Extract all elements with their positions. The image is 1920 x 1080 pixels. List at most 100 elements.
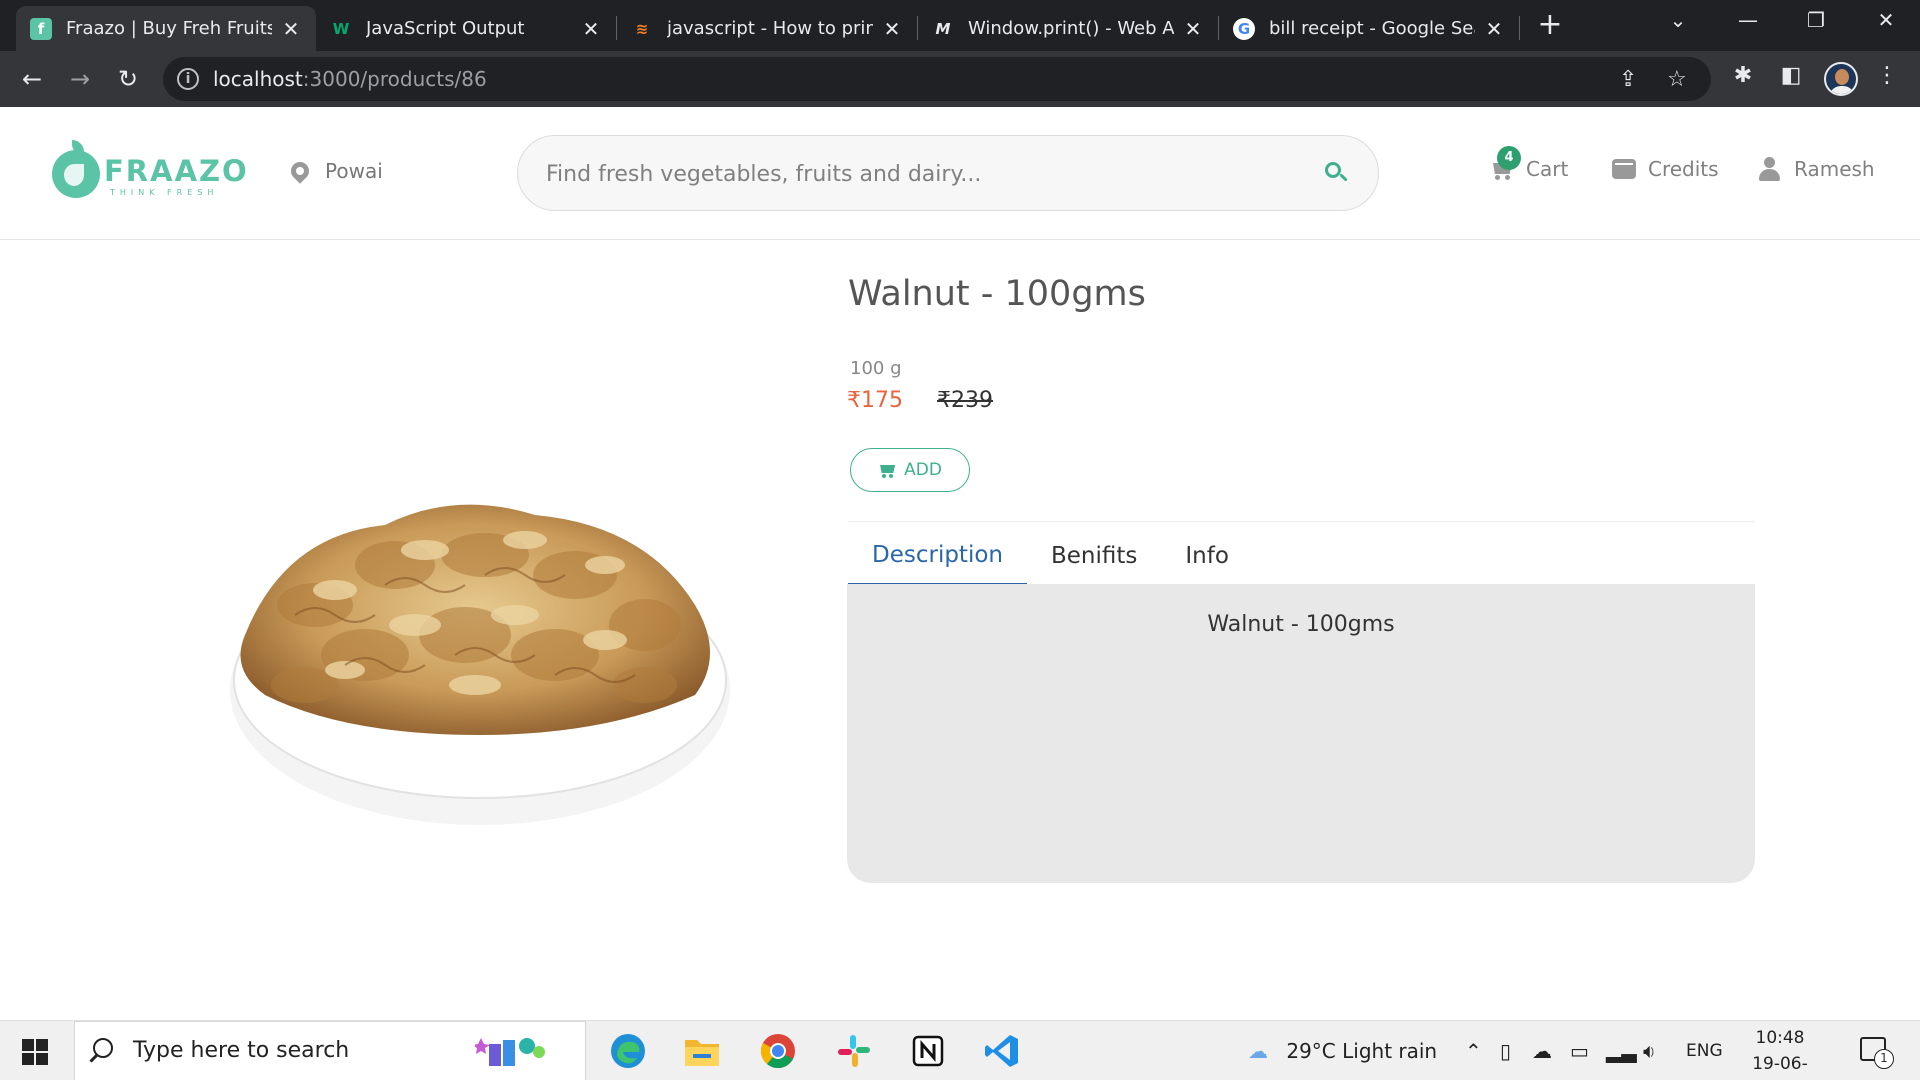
address-bar[interactable]: i localhost:3000/products/86 ⇪ ☆	[163, 57, 1711, 101]
edge-app-icon[interactable]	[606, 1029, 650, 1073]
stackoverflow-favicon-icon: ≋	[635, 19, 649, 38]
taskbar-search-placeholder: Type here to search	[133, 1038, 350, 1063]
user-name: Ramesh	[1794, 157, 1875, 181]
tab-benefits[interactable]: Benifits	[1027, 526, 1161, 586]
restore-window-button[interactable]: ❐	[1798, 8, 1834, 32]
mdn-favicon-icon: M	[935, 19, 951, 38]
windows-start-icon[interactable]	[22, 1039, 48, 1065]
browser-tab-google[interactable]: G bill receipt - Google Searc ✕	[1219, 6, 1519, 51]
cart-label: Cart	[1526, 157, 1569, 181]
clock-date: 19-06-2022	[1752, 1054, 1808, 1074]
browser-tab-strip: f Fraazo | Buy Freh Fruits & ✕ W JavaScr…	[0, 0, 1920, 51]
product-mrp: ₹239	[937, 388, 993, 413]
profile-avatar[interactable]	[1824, 62, 1858, 96]
location-pin-icon	[287, 158, 313, 184]
product-tabs: Description Benifits Info	[848, 526, 1755, 586]
close-tab-icon[interactable]: ✕	[881, 17, 903, 41]
product-search-bar	[517, 135, 1379, 211]
windows-taskbar: Type here to search ☁ 29°C Light rain ⌃ …	[0, 1020, 1920, 1080]
input-language[interactable]: ENG	[1686, 1041, 1723, 1061]
browser-tab-js-output[interactable]: W JavaScript Output ✕	[316, 6, 616, 51]
browser-tab-fraazo[interactable]: f Fraazo | Buy Freh Fruits & ✕	[16, 6, 316, 51]
chrome-app-icon[interactable]	[756, 1029, 800, 1073]
close-tab-icon[interactable]: ✕	[1483, 17, 1505, 41]
user-icon	[1758, 157, 1780, 181]
tab-description[interactable]: Description	[848, 526, 1027, 586]
browser-tab-mdn[interactable]: M Window.print() - Web API ✕	[918, 6, 1218, 51]
reload-button[interactable]: ↻	[110, 61, 146, 97]
network-icon[interactable]: ▂▃	[1606, 1039, 1637, 1063]
description-panel: Walnut - 100gms	[847, 584, 1755, 883]
site-header: FRAAZO THINK FRESH Powai Cart Credits Ra…	[0, 107, 1920, 240]
search-icon	[93, 1038, 113, 1058]
minimize-window-button[interactable]: —	[1730, 8, 1766, 32]
section-divider	[848, 521, 1755, 522]
volume-icon[interactable]: 🔉︎	[1643, 1039, 1656, 1063]
browser-toolbar: ← → ↻ i localhost:3000/products/86 ⇪ ☆ ✱…	[0, 51, 1920, 107]
vscode-app-icon[interactable]	[980, 1029, 1024, 1073]
notion-app-icon[interactable]	[906, 1029, 950, 1073]
system-clock[interactable]: 10:48 19-06-2022	[1735, 1025, 1825, 1080]
tab-search-icon[interactable]: ⌄	[1660, 8, 1696, 32]
share-icon[interactable]: ⇪	[1619, 67, 1637, 92]
forward-button[interactable]: →	[62, 61, 98, 97]
notification-count-badge: 1	[1874, 1049, 1894, 1069]
close-window-button[interactable]: ✕	[1868, 8, 1904, 32]
description-text: Walnut - 100gms	[1207, 612, 1395, 637]
browser-tab-stackoverflow[interactable]: ≋ javascript - How to print F ✕	[617, 6, 917, 51]
tab-info[interactable]: Info	[1161, 526, 1253, 586]
rain-cloud-icon: ☁	[1248, 1039, 1268, 1063]
product-weight: 100 g	[850, 358, 902, 379]
close-tab-icon[interactable]: ✕	[580, 17, 602, 41]
add-to-cart-button[interactable]: ADD	[850, 448, 970, 492]
add-label: ADD	[904, 460, 942, 480]
user-account-link[interactable]: Ramesh	[1758, 157, 1875, 181]
fraazo-logo[interactable]: FRAAZO THINK FRESH	[52, 140, 247, 204]
search-highlight-icon	[475, 1038, 545, 1066]
location-selector[interactable]: Powai	[287, 158, 383, 184]
fraazo-favicon-icon: f	[30, 17, 52, 40]
slack-app-icon[interactable]	[832, 1029, 876, 1073]
site-info-icon[interactable]: i	[177, 68, 199, 90]
cart-icon	[878, 462, 896, 478]
taskbar-search-box[interactable]: Type here to search	[74, 1021, 586, 1080]
url-host: localhost	[213, 67, 303, 91]
google-favicon-icon: G	[1233, 17, 1255, 40]
onedrive-icon[interactable]: ☁	[1532, 1039, 1552, 1063]
tab-title: JavaScript Output	[366, 18, 525, 39]
w3-favicon-icon: W	[332, 19, 350, 38]
meet-now-icon[interactable]: ▯	[1500, 1039, 1511, 1063]
close-tab-icon[interactable]: ✕	[280, 17, 302, 41]
location-label: Powai	[325, 159, 383, 183]
wallet-icon	[1612, 159, 1636, 179]
file-explorer-icon[interactable]	[680, 1029, 724, 1073]
credits-link[interactable]: Credits	[1612, 157, 1719, 181]
credits-label: Credits	[1648, 157, 1719, 181]
walnut-product-image	[230, 504, 730, 825]
side-panel-icon[interactable]: ◧	[1776, 63, 1806, 88]
tab-title: Fraazo | Buy Freh Fruits &	[66, 18, 272, 39]
search-icon[interactable]	[1320, 158, 1350, 188]
logo-text: FRAAZO	[104, 154, 249, 188]
show-hidden-icons-chevron-icon[interactable]: ⌃	[1465, 1039, 1482, 1063]
url-path: :3000/products/86	[302, 67, 487, 91]
weather-widget[interactable]: ☁ 29°C Light rain	[1248, 1039, 1437, 1063]
extensions-icon[interactable]: ✱	[1728, 63, 1758, 88]
fraazo-logo-icon	[52, 140, 100, 198]
logo-tagline: THINK FRESH	[110, 188, 219, 197]
back-button[interactable]: ←	[14, 61, 50, 97]
search-input[interactable]	[546, 154, 1306, 194]
clock-time: 10:48	[1755, 1028, 1805, 1048]
product-price: ₹175	[847, 388, 903, 413]
close-tab-icon[interactable]: ✕	[1182, 17, 1204, 41]
cart-count-badge: 4	[1497, 146, 1521, 170]
url-text[interactable]: localhost:3000/products/86	[213, 67, 487, 91]
product-title: Walnut - 100gms	[848, 274, 1146, 314]
battery-icon[interactable]: ▭	[1570, 1039, 1589, 1063]
tab-title: bill receipt - Google Searc	[1269, 18, 1475, 39]
menu-kebab-icon[interactable]: ⋮	[1872, 63, 1902, 88]
tab-title: Window.print() - Web API	[968, 18, 1174, 39]
bookmark-star-icon[interactable]: ☆	[1667, 67, 1687, 92]
notification-center-icon[interactable]: 1	[1860, 1037, 1894, 1069]
new-tab-button[interactable]: +	[1534, 10, 1566, 42]
